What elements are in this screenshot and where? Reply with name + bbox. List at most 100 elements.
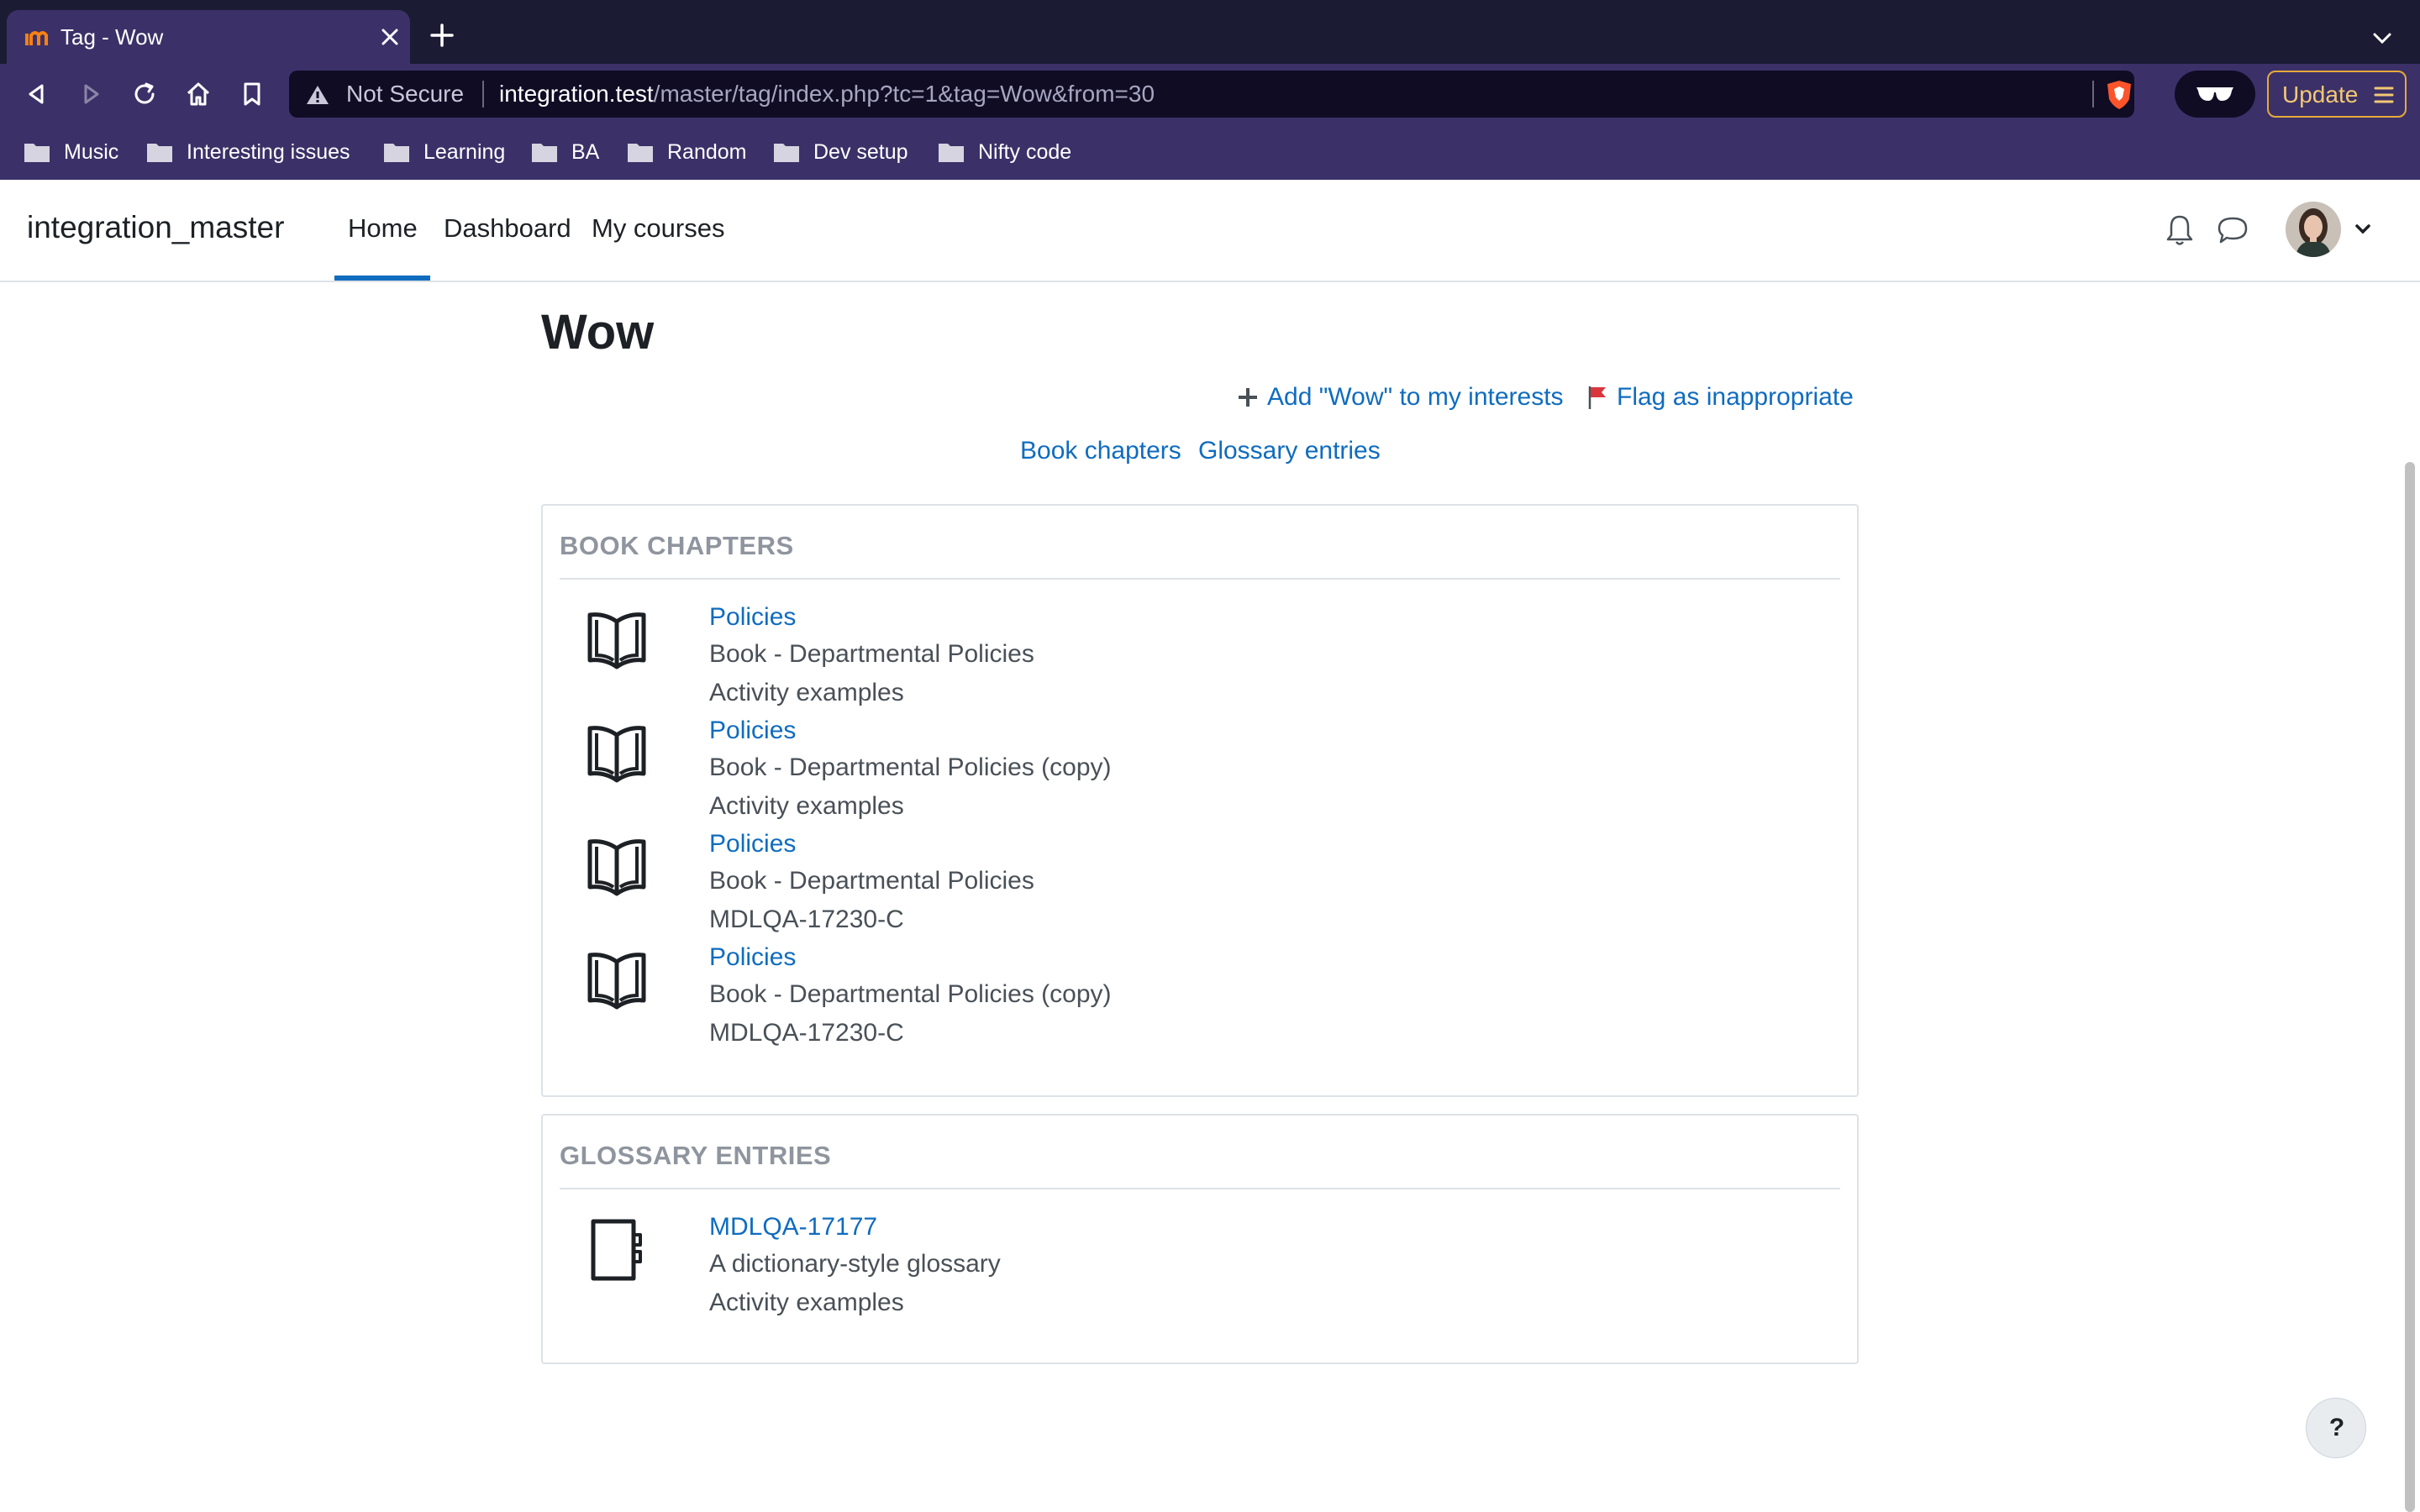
nav-active-indicator (334, 276, 430, 281)
book-chapters-card: BOOK CHAPTERS Policies Book - Department… (541, 504, 1859, 1097)
back-icon[interactable] (22, 79, 52, 109)
menu-icon (2374, 87, 2394, 103)
folder-icon (532, 144, 557, 162)
list-item: Policies Book - Departmental Policies (c… (585, 943, 1761, 1058)
bookmark-folder-music[interactable]: Music (24, 138, 118, 166)
glossary-entries-header: GLOSSARY ENTRIES (560, 1141, 832, 1170)
bookmark-label: Interesting issues (187, 139, 350, 164)
bookmark-folder-random[interactable]: Random (627, 138, 747, 166)
add-to-interests-label: Add "Wow" to my interests (1267, 383, 1564, 411)
update-button[interactable]: Update (2267, 71, 2407, 118)
close-tab-icon[interactable] (378, 25, 402, 49)
book-chapters-header: BOOK CHAPTERS (560, 531, 794, 560)
entry-title-link[interactable]: Policies (709, 717, 796, 745)
entry-course: MDLQA-17230-C (709, 906, 904, 933)
flag-inappropriate-link[interactable]: Flag as inappropriate (1586, 383, 1854, 412)
bookmark-label: Nifty code (978, 139, 1072, 164)
bookmark-label: Dev setup (813, 139, 908, 164)
entry-title-link[interactable]: Policies (709, 603, 796, 632)
bookmarks-bar: Music Interesting issues Learning BA Ran… (0, 124, 2420, 180)
folder-icon (384, 144, 409, 162)
url-host: integration.test (499, 81, 654, 107)
brave-shield-icon[interactable] (2104, 79, 2134, 111)
folder-icon (147, 144, 172, 162)
bookmark-icon[interactable] (237, 79, 267, 109)
book-icon (587, 953, 646, 1010)
tag-area-link-glossary-entries[interactable]: Glossary entries (1198, 437, 1381, 465)
page-scrollbar[interactable] (2405, 462, 2415, 1512)
card-divider (560, 578, 1840, 580)
reload-icon[interactable] (129, 79, 160, 109)
folder-icon (939, 144, 964, 162)
update-label: Update (2282, 81, 2359, 108)
entry-title-link[interactable]: MDLQA-17177 (709, 1213, 877, 1242)
home-icon[interactable] (183, 79, 213, 109)
entry-context: Book - Departmental Policies (copy) (709, 753, 1112, 781)
url-divider (482, 81, 484, 108)
book-icon (587, 726, 646, 783)
entry-context: Book - Departmental Policies (copy) (709, 980, 1112, 1008)
moodle-favicon-icon (25, 31, 48, 45)
page-title: Wow (541, 305, 655, 360)
warning-icon (307, 86, 329, 104)
entry-course: MDLQA-17230-C (709, 1019, 904, 1047)
entry-course: Activity examples (709, 792, 904, 820)
help-label: ? (2328, 1414, 2345, 1441)
folder-icon (24, 144, 50, 162)
book-icon (587, 612, 646, 669)
security-indicator[interactable]: Not Secure (346, 81, 464, 108)
forward-icon[interactable] (76, 79, 106, 109)
user-menu-chevron-icon[interactable] (2353, 222, 2373, 237)
bookmark-folder-nifty-code[interactable]: Nifty code (938, 138, 1071, 166)
url-divider-right (2092, 81, 2094, 108)
entry-title-link[interactable]: Policies (709, 943, 796, 972)
card-divider (560, 1188, 1840, 1189)
help-button[interactable]: ? (2306, 1398, 2366, 1458)
entry-context: Book - Departmental Policies (709, 640, 1034, 668)
entry-course: Activity examples (709, 1289, 904, 1316)
entry-context: Book - Departmental Policies (709, 867, 1034, 895)
notification-bell-icon[interactable] (2165, 213, 2195, 247)
nav-link-my-courses[interactable]: My courses (592, 213, 724, 244)
folder-icon (628, 144, 653, 162)
bookmark-label: BA (571, 139, 600, 164)
bookmark-label: Learning (424, 139, 506, 164)
nav-link-home[interactable]: Home (348, 213, 418, 244)
bookmark-folder-ba[interactable]: BA (531, 138, 599, 166)
list-item: Policies Book - Departmental Policies MD… (585, 830, 1761, 944)
messages-icon[interactable] (2217, 215, 2249, 245)
browser-toolbar: Not Secure integration.test/master/tag/i… (0, 64, 2420, 124)
address-bar[interactable]: Not Secure integration.test/master/tag/i… (289, 71, 2134, 118)
reader-mode-button[interactable] (2175, 71, 2255, 118)
url-text[interactable]: integration.test/master/tag/index.php?tc… (499, 81, 1155, 108)
bookmark-folder-dev-setup[interactable]: Dev setup (773, 138, 908, 166)
flag-inappropriate-label: Flag as inappropriate (1617, 383, 1854, 411)
nav-link-dashboard[interactable]: Dashboard (444, 213, 571, 244)
url-path: /master/tag/index.php?tc=1&tag=Wow&from=… (653, 81, 1155, 107)
tag-area-link-book-chapters[interactable]: Book chapters (1020, 437, 1181, 465)
bookmark-folder-learning[interactable]: Learning (383, 138, 505, 166)
glossary-entries-card: GLOSSARY ENTRIES MDLQA-17177 A dictionar… (541, 1114, 1859, 1364)
site-name[interactable]: integration_master (27, 210, 284, 245)
list-item: Policies Book - Departmental Policies (c… (585, 717, 1761, 831)
plus-icon (1239, 388, 1257, 407)
flag-icon (1588, 386, 1606, 409)
new-tab-icon[interactable] (429, 22, 455, 49)
bookmark-label: Music (64, 139, 119, 164)
entry-title-link[interactable]: Policies (709, 830, 796, 858)
entry-course: Activity examples (709, 679, 904, 706)
avatar-image (2286, 202, 2341, 257)
add-to-interests-link[interactable]: Add "Wow" to my interests (1237, 383, 1564, 412)
site-navbar: integration_master Home Dashboard My cou… (0, 180, 2420, 282)
list-item: Policies Book - Departmental Policies Ac… (585, 603, 1761, 717)
chevron-down-icon[interactable] (2370, 25, 2395, 50)
glossary-icon (591, 1219, 642, 1281)
user-avatar[interactable] (2286, 202, 2341, 257)
list-item: MDLQA-17177 A dictionary-style glossary … (585, 1213, 1761, 1327)
bookmark-label: Random (667, 139, 747, 164)
folder-icon (774, 144, 799, 162)
bookmark-folder-interesting-issues[interactable]: Interesting issues (146, 138, 350, 166)
entry-context: A dictionary-style glossary (709, 1250, 1001, 1278)
tab-title: Tag - Wow (60, 24, 164, 50)
browser-tab-active[interactable]: Tag - Wow (7, 10, 410, 64)
